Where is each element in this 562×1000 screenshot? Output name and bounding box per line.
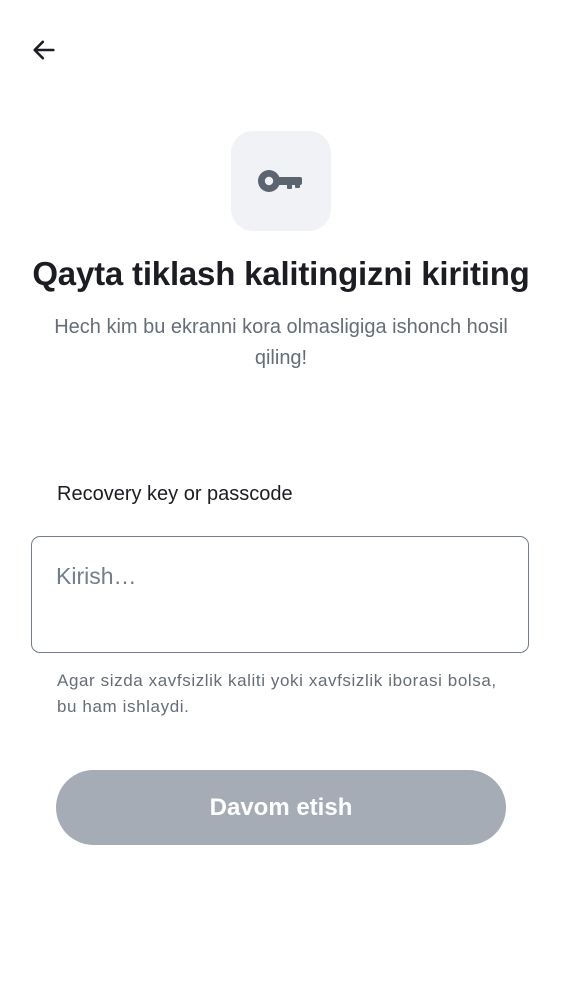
back-button[interactable]: [22, 28, 66, 72]
key-icon: [258, 170, 302, 192]
continue-button[interactable]: Davom etish: [56, 770, 506, 845]
page-subtitle: Hech kim bu ekranni kora olmasligiga ish…: [54, 316, 508, 369]
recovery-key-field[interactable]: [31, 536, 529, 653]
recovery-key-label: Recovery key or passcode: [57, 483, 293, 505]
key-icon-tile: [231, 131, 331, 231]
page-title: Qayta tiklash kalitingizni kiriting: [32, 255, 530, 292]
arrow-left-icon: [33, 40, 55, 60]
helper-text: Agar sizda xavfsizlik kaliti yoki xavfsi…: [57, 671, 497, 716]
recovery-key-input[interactable]: [56, 563, 496, 590]
recovery-key-screen: Qayta tiklash kalitingizni kiriting Hech…: [0, 0, 562, 1000]
